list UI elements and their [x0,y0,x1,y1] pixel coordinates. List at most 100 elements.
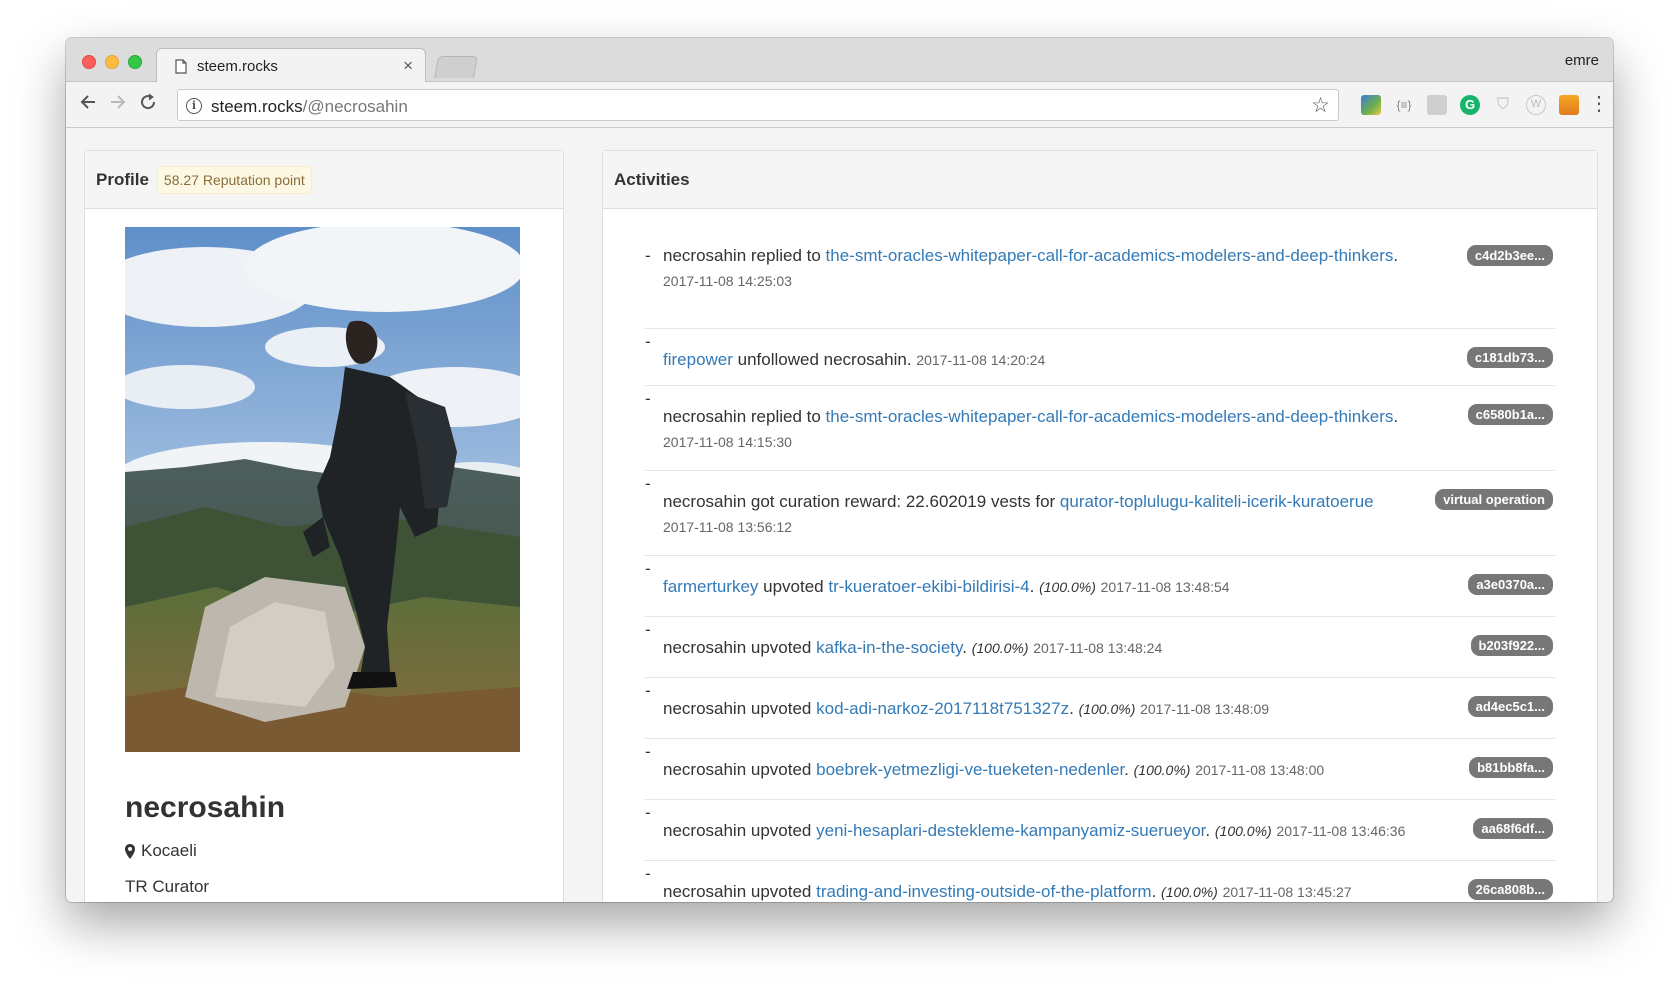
profile-panel-header: Profile 58.27 Reputation point [85,151,563,209]
activity-timestamp: 2017-11-08 13:45:27 [1222,884,1352,900]
activity-text: necrosahin upvoted [663,821,817,840]
arrow-right-icon[interactable] [108,92,128,118]
tab-title: steem.rocks [197,58,278,75]
activity-text: . [1069,699,1074,718]
arrow-left-icon[interactable] [78,92,98,118]
profile-title: Profile [96,169,149,189]
profile-bio: TR Curator [125,877,210,896]
activity-item: necrosahin replied to the-smt-oracles-wh… [645,243,1555,329]
activities-title: Activities [614,169,690,189]
profile-user-name[interactable]: emre [1565,52,1599,69]
transaction-badge[interactable]: ad4ec5c1... [1467,696,1553,717]
activity-text: necrosahin got curation reward: 22.60201… [663,492,1060,511]
activity-link[interactable]: the-smt-oracles-whitepaper-call-for-acad… [826,246,1394,265]
activity-text: necrosahin upvoted [663,882,817,901]
vote-weight: (100.0%) [1161,884,1218,900]
activity-text: necrosahin upvoted [663,760,817,779]
activity-text: necrosahin replied to [663,407,826,426]
minimize-window-button[interactable] [105,55,119,69]
activity-timestamp: 2017-11-08 14:20:24 [916,352,1046,368]
activity-link[interactable]: boebrek-yetmezligi-ve-tueketen-nedenler [816,760,1124,779]
activity-link[interactable]: trading-and-investing-outside-of-the-pla… [816,882,1151,901]
activity-text: . [1205,821,1211,840]
profile-location-text: Kocaeli [141,841,197,860]
activity-item: firepower unfollowed necrosahin. 2017-11… [645,329,1555,386]
activity-link[interactable]: qurator-toplulugu-kaliteli-icerik-kurato… [1060,492,1374,511]
url-host: steem.rocks [211,97,303,116]
activity-list: necrosahin replied to the-smt-oracles-wh… [645,243,1555,902]
transaction-badge[interactable]: aa68f6df... [1473,818,1553,839]
reload-icon[interactable] [138,92,158,118]
activity-timestamp: 2017-11-08 13:48:54 [1100,579,1230,595]
vote-weight: (100.0%) [1214,823,1272,839]
activity-text: upvoted [758,577,829,596]
new-tab-button[interactable] [434,56,478,78]
browser-window: steem.rocks × emre i steem.rocks/@necros… [66,38,1613,902]
extension-json-icon[interactable]: {≡} [1394,95,1414,115]
browser-tab[interactable]: steem.rocks × [156,48,426,83]
profile-panel: Profile 58.27 Reputation point necrosahi… [84,150,564,902]
extension-image-icon[interactable] [1361,95,1381,115]
activity-item: necrosahin upvoted kod-adi-narkoz-201711… [645,678,1555,739]
zoom-window-button[interactable] [128,55,142,69]
activity-item: necrosahin upvoted yeni-hesaplari-destek… [645,800,1555,861]
activity-text: necrosahin replied to [663,246,826,265]
activity-timestamp: 2017-11-08 13:46:36 [1276,823,1406,839]
url-text[interactable]: steem.rocks/@necrosahin [211,97,408,117]
transaction-badge[interactable]: 26ca808b... [1467,879,1553,900]
profile-name: necrosahin [125,791,286,824]
tab-bar: steem.rocks × emre [66,38,1613,83]
extension-grey-icon[interactable] [1427,95,1447,115]
kebab-menu-icon[interactable]: ⋮ [1589,92,1609,116]
activity-link[interactable]: yeni-hesaplari-destekleme-kampanyamiz-su… [816,821,1205,840]
window-controls [82,55,142,69]
virtual-operation-badge[interactable]: virtual operation [1435,489,1553,510]
activity-text: . [1393,407,1399,426]
activity-link[interactable]: firepower [663,350,733,369]
extension-orange-icon[interactable] [1559,95,1579,115]
close-window-button[interactable] [82,55,96,69]
activity-item: necrosahin upvoted kafka-in-the-society.… [645,617,1555,678]
extension-wordpress-icon[interactable]: W [1526,95,1546,115]
profile-photo [125,227,520,752]
map-marker-icon [125,843,135,859]
address-bar[interactable]: i steem.rocks/@necrosahin ☆ [177,89,1339,121]
activity-text: necrosahin upvoted [663,638,817,657]
close-tab-icon[interactable]: × [403,56,413,76]
activity-text: . [1029,577,1035,596]
activity-text: necrosahin upvoted [663,699,817,718]
transaction-badge[interactable]: c181db73... [1466,347,1553,368]
activity-text: . [962,638,967,657]
transaction-badge[interactable]: c6580b1a... [1467,404,1553,425]
activity-link[interactable]: kafka-in-the-society [816,638,962,657]
url-path: /@necrosahin [302,97,408,116]
activity-text: . [1124,760,1129,779]
activity-item: farmerturkey upvoted tr-kueratoer-ekibi-… [645,556,1555,617]
vote-weight: (100.0%) [1078,701,1136,717]
star-icon[interactable]: ☆ [1311,93,1330,118]
transaction-badge[interactable]: a3e0370a... [1468,574,1553,595]
activity-text: . [1151,882,1157,901]
vote-weight: (100.0%) [971,640,1029,656]
page-content: Profile 58.27 Reputation point necrosahi… [66,128,1613,902]
activity-timestamp: 2017-11-08 13:48:00 [1195,762,1325,778]
transaction-badge[interactable]: b81bb8fa... [1469,757,1553,778]
activity-item: necrosahin upvoted boebrek-yetmezligi-ve… [645,739,1555,800]
activity-user-link[interactable]: farmerturkey [663,577,758,596]
transaction-badge[interactable]: c4d2b3ee... [1466,245,1553,266]
activities-panel-header: Activities [603,151,1597,209]
activity-link[interactable]: the-smt-oracles-whitepaper-call-for-acad… [826,407,1394,426]
extension-grammarly-icon[interactable]: G [1460,95,1480,115]
extension-shield-icon[interactable]: ⛉ [1493,95,1513,115]
profile-location: Kocaeli [125,841,197,861]
info-icon[interactable]: i [186,98,202,114]
activity-link[interactable]: kod-adi-narkoz-2017118t751327z [816,699,1069,718]
activity-timestamp: 2017-11-08 14:25:03 [663,273,792,289]
transaction-badge[interactable]: b203f922... [1470,635,1553,656]
activity-item: necrosahin replied to the-smt-oracles-wh… [645,386,1555,471]
browser-toolbar: i steem.rocks/@necrosahin ☆ {≡} G ⛉ W ⋮ [66,82,1613,128]
vote-weight: (100.0%) [1039,579,1096,595]
reputation-badge: 58.27 Reputation point [156,165,312,194]
activity-item: necrosahin got curation reward: 22.60201… [645,471,1555,556]
activity-link[interactable]: tr-kueratoer-ekibi-bildirisi-4 [828,577,1029,596]
